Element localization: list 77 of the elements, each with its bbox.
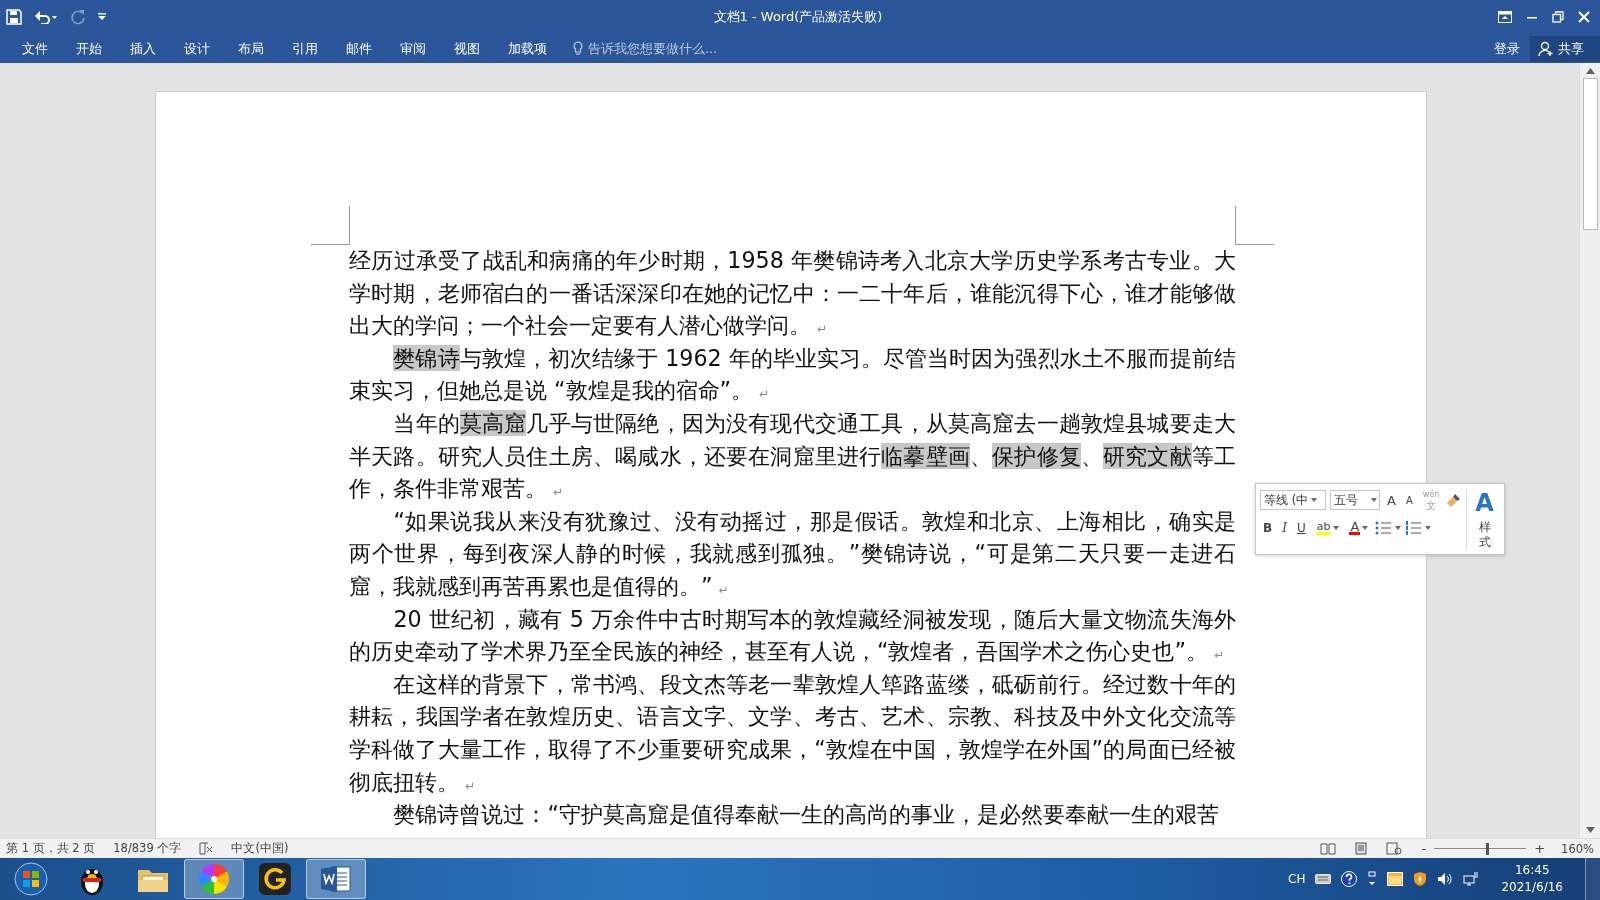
share-button[interactable]: 共享 — [1530, 35, 1600, 62]
styles-button[interactable]: A 样式 — [1467, 489, 1500, 549]
font-color-button[interactable]: A — [1346, 521, 1372, 535]
ribbon-tab[interactable]: 设计 — [170, 34, 224, 63]
read-mode-icon[interactable] — [1319, 842, 1336, 855]
scrollbar-thumb[interactable] — [1582, 78, 1598, 230]
close-icon[interactable] — [1578, 11, 1590, 23]
shrink-font-button[interactable]: A — [1402, 494, 1416, 506]
scroll-down-icon[interactable] — [1585, 827, 1595, 833]
ribbon-tab[interactable]: 布局 — [224, 34, 278, 63]
shield-icon[interactable] — [1413, 871, 1428, 887]
ribbon-tab[interactable]: 加载项 — [494, 34, 561, 63]
word-count[interactable]: 18/839 个字 — [113, 841, 182, 856]
grow-font-button[interactable]: A — [1384, 492, 1399, 508]
save-icon[interactable] — [6, 9, 22, 25]
lightbulb-icon — [573, 41, 583, 56]
vertical-scrollbar[interactable] — [1579, 63, 1600, 838]
crop-mark — [311, 206, 350, 245]
numbered-list-icon[interactable] — [1405, 521, 1422, 535]
ribbon-tab[interactable]: 文件 — [8, 34, 62, 63]
paragraph: 20 世纪初，藏有 5 万余件中古时期写本的敦煌藏经洞被发现，随后大量文物流失海外的历史牵动了学术界乃至全民族的神经，甚至有人说，“敦煌者，吾国学术之伤心史也”。 ↵ — [349, 604, 1236, 667]
undo-icon[interactable] — [34, 10, 58, 24]
sign-in-link[interactable]: 登录 — [1484, 35, 1530, 62]
ribbon-tab[interactable]: 插入 — [116, 34, 170, 63]
customize-caret-icon[interactable] — [98, 13, 106, 21]
zoom-level[interactable]: 160% — [1561, 841, 1594, 856]
scroll-up-icon[interactable] — [1585, 68, 1595, 74]
help-icon[interactable] — [1341, 871, 1358, 887]
ribbon-display-icon[interactable] — [1498, 11, 1512, 23]
ribbon-tab[interactable]: 视图 — [440, 34, 494, 63]
keyboard-icon[interactable] — [1315, 874, 1332, 884]
start-orb-icon[interactable] — [14, 862, 48, 896]
font-size-dropdown[interactable]: 五号 — [1330, 490, 1380, 510]
paragraph: 当年的莫高窟几乎与世隔绝，因为没有现代交通工具，从莫高窟去一趟敦煌县城要走大半天路。研究人员住土房、喝咸水，还要在洞窟里进行临摹壁画、保护修复、研究文献等工作，条件非常艰苦。 ↵ — [349, 408, 1236, 504]
person-add-icon — [1538, 40, 1554, 57]
word-icon[interactable] — [320, 864, 352, 894]
speaker-icon[interactable] — [1437, 872, 1454, 886]
window-title: 文档1 - Word(产品激活失败) — [712, 8, 884, 26]
ribbon-tab[interactable]: 审阅 — [386, 34, 440, 63]
paragraph: 樊锦诗与敦煌，初次结缘于 1962 年的毕业实习。尽管当时因为强烈水土不服而提前结束实习，但她总是说 “敦煌是我的宿命”。 ↵ — [349, 343, 1236, 406]
bullet-list-icon[interactable] — [1375, 521, 1392, 535]
window-icon[interactable] — [1387, 872, 1404, 886]
highlight-color-button[interactable]: ab — [1312, 521, 1343, 535]
paragraph: “如果说我从来没有犹豫过、没有动摇过，那是假话。敦煌和北京、上海相比，确实是两个世界，每到夜深人静的时候，我就感到孤独。”樊锦诗说，“可是第二天只要一走进石窟，我就感到再苦再累也是值得的。” ↵ — [349, 506, 1236, 601]
ribbon-tab[interactable]: 邮件 — [332, 34, 386, 63]
bold-button[interactable]: B — [1260, 521, 1276, 535]
zoom-out-button[interactable]: - — [1419, 841, 1429, 856]
print-layout-icon[interactable] — [1353, 842, 1368, 855]
show-hidden-icons-icon[interactable] — [1367, 871, 1378, 887]
ribbon-tab[interactable]: 开始 — [62, 34, 116, 63]
restore-icon[interactable] — [1552, 11, 1564, 23]
font-dropdown[interactable]: 等线 (中 — [1260, 490, 1326, 510]
zoom-slider-thumb[interactable] — [1485, 842, 1489, 855]
color-wheel-icon[interactable] — [198, 863, 230, 895]
italic-button[interactable]: I — [1279, 521, 1290, 535]
paragraph: 经历过承受了战乱和病痛的年少时期，1958 年樊锦诗考入北京大学历史学系考古专业。大学时期，老师宿白的一番话深深印在她的记忆中：一二十年后，谁能沉得下心，谁才能够做出大的学问；一个社会一定要有人潜心做学问。 ↵ — [349, 246, 1236, 341]
network-icon[interactable] — [1463, 871, 1480, 887]
crop-mark — [1235, 206, 1274, 245]
ribbon-tab[interactable]: 引用 — [278, 34, 332, 63]
language-indicator[interactable]: 中文(中国) — [231, 841, 289, 856]
format-painter-icon[interactable] — [1446, 492, 1463, 508]
zoom-in-button[interactable]: + — [1532, 841, 1548, 856]
show-desktop-button[interactable] — [1585, 858, 1600, 900]
page-count[interactable]: 第 1 页，共 2 页 — [6, 841, 96, 856]
web-layout-icon[interactable] — [1385, 842, 1402, 855]
caret-icon[interactable] — [1395, 526, 1402, 530]
caret-icon[interactable] — [1425, 526, 1432, 530]
paragraph: 在这样的背景下，常书鸿、段文杰等老一辈敦煌人筚路蓝缕，砥砺前行。经过数十年的耕耘，我国学者在敦煌历史、语言文字、文学、考古、艺术、宗教、科技及中外文化交流等学科做了大量工作，取得了不少重要研究成果，“敦煌在中国，敦煌学在外国”的局面已经被彻底扭转。 ↵ — [349, 669, 1236, 797]
paragraph: 樊锦诗曾说过：“守护莫高窟是值得奉献一生的高尚的事业，是必然要奉献一生的艰苦 — [392, 800, 1220, 830]
underline-button[interactable]: U — [1293, 521, 1309, 535]
input-method-indicator[interactable]: CH — [1288, 872, 1306, 886]
app-g-icon[interactable] — [259, 863, 291, 895]
redo-icon[interactable] — [70, 9, 86, 25]
clock-time[interactable]: 16:45 — [1514, 862, 1550, 879]
clock-date[interactable]: 2021/6/16 — [1501, 879, 1563, 896]
proofing-book-icon[interactable] — [199, 842, 214, 855]
tell-me-field[interactable]: 告诉我您想要做什么... — [588, 41, 808, 56]
